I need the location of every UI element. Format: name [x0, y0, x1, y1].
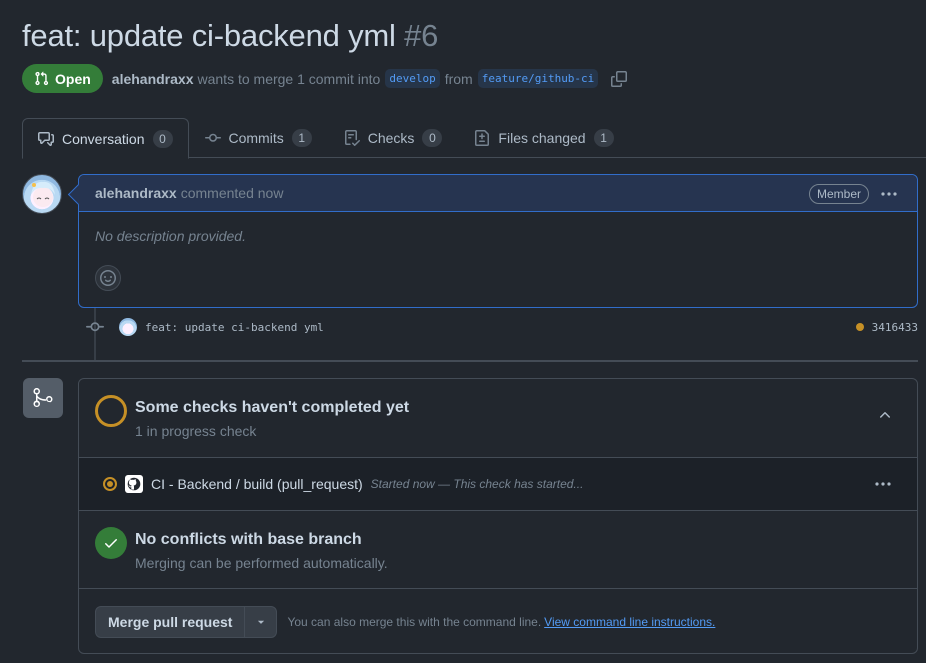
head-branch[interactable]: feature/github-ci — [477, 69, 599, 88]
git-merge-icon — [33, 388, 53, 408]
avatar[interactable] — [22, 174, 62, 214]
commit-icon — [86, 322, 104, 332]
merge-text: wants to merge 1 commit into — [197, 70, 381, 87]
comment-body: No description provided. — [95, 228, 246, 244]
status-label: Open — [55, 70, 91, 87]
base-branch[interactable]: develop — [385, 69, 440, 88]
commit-list-item: feat: update ci-backend yml 3416433 — [86, 316, 918, 338]
comment-header: alehandraxx commented now Member — [79, 175, 917, 212]
merge-hint: You can also merge this with the command… — [287, 615, 542, 629]
tab-label: Commits — [228, 130, 284, 146]
tab-checks[interactable]: Checks 0 — [328, 118, 459, 158]
tab-label: Files changed — [498, 130, 586, 146]
pending-status-icon — [95, 395, 127, 427]
merge-pull-request-button[interactable]: Merge pull request — [96, 607, 246, 637]
commit-icon — [204, 133, 221, 142]
kebab-horizontal-icon[interactable] — [879, 184, 899, 204]
tab-counter: 1 — [291, 129, 312, 147]
checks-title: Some checks haven't completed yet — [135, 399, 410, 416]
comment-discussion-icon — [38, 131, 54, 146]
merge-actions: Merge pull request You can also merge th… — [79, 589, 917, 653]
timeline-divider — [22, 360, 918, 362]
tab-files-changed[interactable]: Files changed 1 — [458, 118, 629, 158]
commit-message[interactable]: feat: update ci-backend yml — [145, 321, 324, 334]
pr-tabs: Conversation 0 Commits 1 Checks 0 Files … — [22, 118, 926, 159]
git-pull-request-icon — [35, 71, 49, 86]
tab-label: Conversation — [62, 130, 145, 147]
check-icon — [105, 539, 117, 548]
tab-counter: 0 — [152, 129, 173, 148]
chevron-up-icon[interactable] — [877, 407, 893, 423]
checks-subtitle: 1 in progress check — [135, 423, 257, 439]
smiley-icon — [100, 270, 116, 286]
merge-method-dropdown[interactable] — [245, 607, 276, 637]
from-text: from — [444, 70, 473, 87]
author-link[interactable]: alehandraxx — [112, 71, 194, 87]
pr-number: #6 — [404, 18, 439, 53]
commit-author-avatar[interactable] — [119, 318, 137, 336]
no-conflicts-section: No conflicts with base branch Merging ca… — [79, 511, 917, 589]
copy-icon[interactable] — [611, 70, 628, 87]
pr-title: feat: update ci-backend yml — [22, 18, 396, 53]
command-line-instructions-link[interactable]: View command line instructions. — [544, 615, 715, 629]
tab-conversation[interactable]: Conversation 0 — [22, 118, 189, 159]
merge-description: alehandraxx wants to merge 1 commit into… — [112, 69, 628, 88]
pending-status-icon[interactable] — [855, 323, 864, 331]
merge-box: Some checks haven't completed yet 1 in p… — [78, 378, 918, 654]
pr-title-heading: feat: update ci-backend yml #6 — [22, 18, 438, 54]
no-conflicts-title: No conflicts with base branch — [135, 531, 362, 548]
member-badge: Member — [808, 184, 869, 204]
pr-meta: Open alehandraxx wants to merge 1 commit… — [22, 64, 628, 93]
check-description: Started now — This check has started... — [370, 477, 584, 491]
check-name[interactable]: CI - Backend / build (pull_request) — [151, 476, 363, 492]
comment-time[interactable]: commented now — [181, 185, 284, 201]
add-reaction-button[interactable] — [95, 265, 121, 291]
in-progress-icon — [103, 477, 117, 491]
check-run-row[interactable]: CI - Backend / build (pull_request) Star… — [79, 458, 917, 511]
checks-summary: Some checks haven't completed yet 1 in p… — [79, 379, 917, 458]
triangle-down-icon — [257, 620, 265, 624]
file-diff-icon — [475, 130, 490, 146]
merge-button-group: Merge pull request — [95, 606, 278, 638]
tab-counter: 0 — [422, 129, 443, 147]
kebab-horizontal-icon[interactable] — [873, 474, 893, 494]
checklist-icon — [344, 130, 360, 146]
tab-counter: 1 — [593, 129, 614, 147]
avatar-illustration — [31, 181, 55, 207]
commit-status: 3416433 — [855, 321, 918, 334]
comment-card: alehandraxx commented now Member No desc… — [78, 174, 918, 308]
status-badge: Open — [22, 64, 103, 93]
merge-status-icon-box — [23, 378, 63, 418]
github-logo-icon — [125, 475, 143, 493]
comment-author[interactable]: alehandraxx — [95, 185, 177, 201]
tab-label: Checks — [367, 130, 415, 146]
tab-commits[interactable]: Commits 1 — [189, 118, 328, 158]
no-conflicts-subtitle: Merging can be performed automatically. — [135, 555, 388, 571]
success-status-icon — [95, 527, 127, 559]
commit-sha[interactable]: 3416433 — [872, 321, 918, 334]
